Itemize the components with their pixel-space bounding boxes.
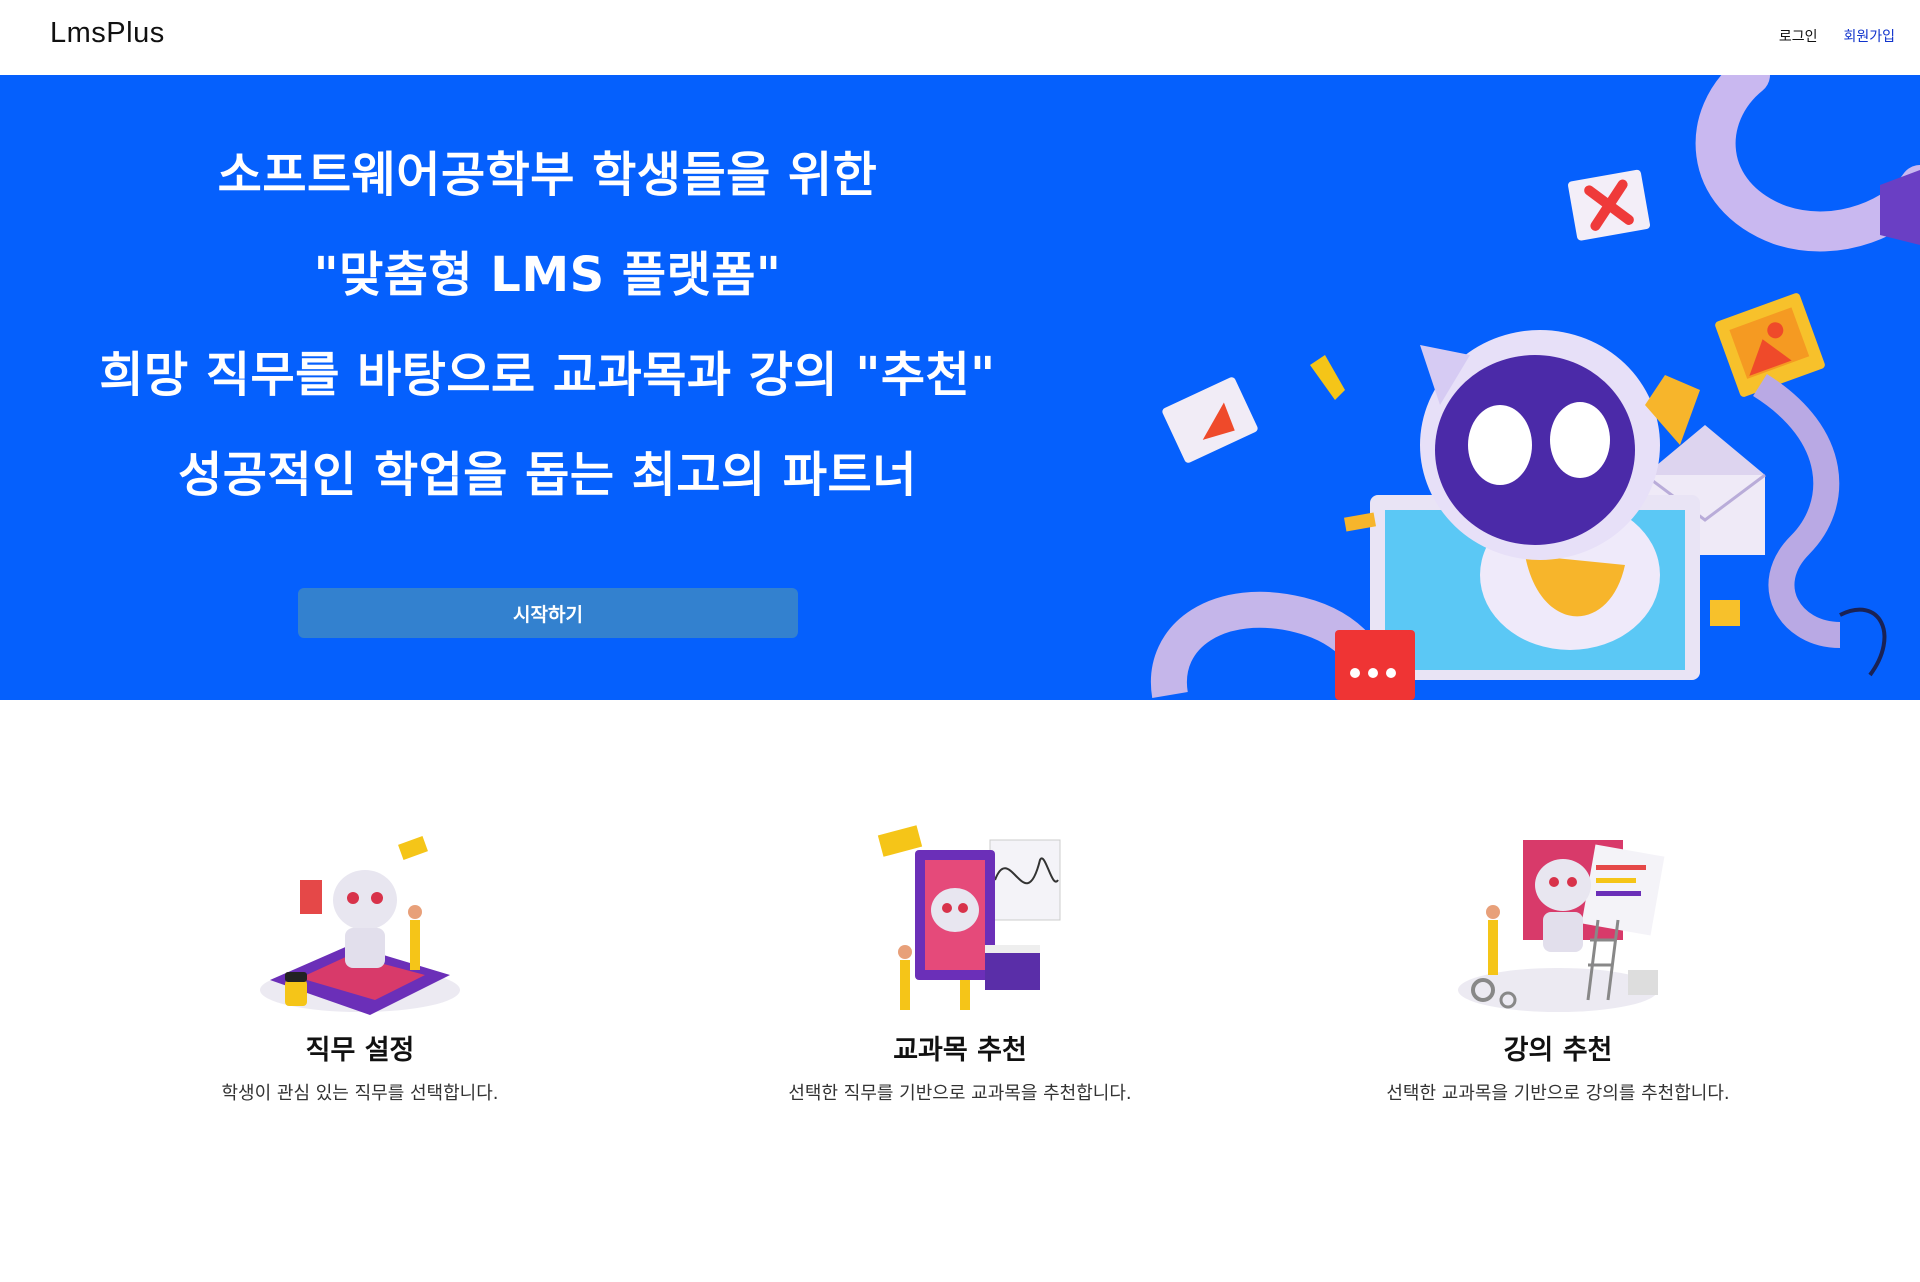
hero-banner: 소프트웨어공학부 학생들을 위한 "맞춤형 LMS 플랫폼" 희망 직무를 바탕…	[0, 75, 1920, 700]
robot-hero-illustration	[1150, 75, 1920, 700]
start-button[interactable]: 시작하기	[298, 588, 798, 638]
feature-title: 직무 설정	[305, 1035, 415, 1066]
login-link[interactable]: 로그인	[1779, 26, 1818, 46]
hero-line-4-text: 성공적인 학업을 돕는 최고의	[178, 447, 783, 503]
signup-link[interactable]: 회원가입	[1843, 26, 1895, 46]
feature-title: 교과목 추천	[893, 1035, 1027, 1066]
feature-lecture-recommend: 강의 추천 선택한 교과목을 기반으로 강의를 추천합니다.	[1278, 820, 1838, 1105]
hero-line-1: 소프트웨어공학부 학생들을 위한	[217, 147, 878, 203]
feature-description: 선택한 교과목을 기반으로 강의를 추천합니다.	[1386, 1083, 1730, 1104]
robot-lecture-illustration	[1458, 840, 1665, 1012]
hero-line-4-bold: 파트너	[782, 447, 917, 503]
hero-line-3-bold: "추천"	[855, 347, 996, 403]
feature-description: 학생이 관심 있는 직무를 선택합니다.	[221, 1083, 499, 1104]
robot-job-illustration	[260, 836, 460, 1015]
feature-job-setting: 직무 설정 학생이 관심 있는 직무를 선택합니다.	[80, 820, 640, 1105]
hero-line-2: "맞춤형 LMS 플랫폼"	[313, 247, 782, 303]
top-nav: 로그인 회원가입	[1779, 26, 1895, 46]
hero-line-4: 성공적인 학업을 돕는 최고의 파트너	[0, 435, 1095, 505]
feature-title: 강의 추천	[1503, 1035, 1613, 1066]
top-header: LmsPlus 로그인 회원가입	[0, 0, 1920, 75]
hero-line-3-text: 희망 직무를 바탕으로 교과목과 강의	[99, 347, 856, 403]
robot-course-illustration	[877, 825, 1061, 1010]
feature-description: 선택한 직무를 기반으로 교과목을 추천합니다.	[788, 1083, 1132, 1104]
hero-line-3: 희망 직무를 바탕으로 교과목과 강의 "추천"	[0, 335, 1095, 405]
site-logo[interactable]: LmsPlus	[50, 17, 165, 50]
feature-course-recommend: 교과목 추천 선택한 직무를 기반으로 교과목을 추천합니다.	[680, 820, 1240, 1105]
